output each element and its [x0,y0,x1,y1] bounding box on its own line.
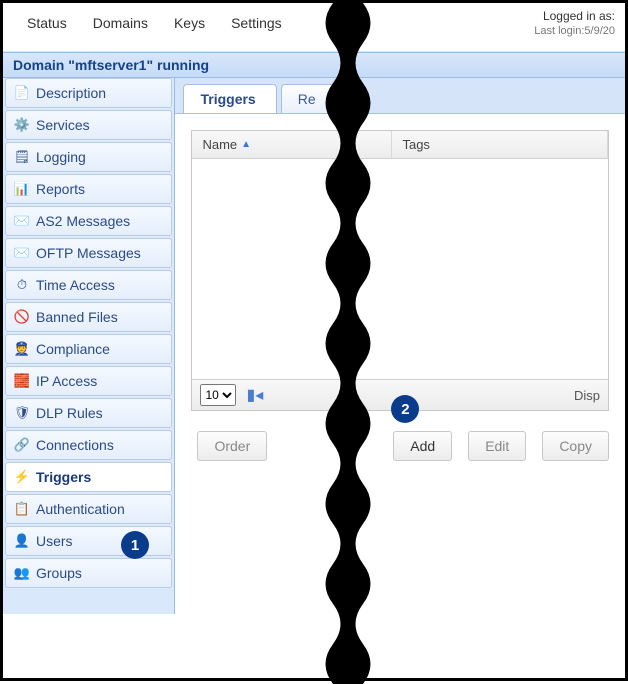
domain-title-bar: Domain "mftserver1" running [3,52,625,78]
sidebar-triggers-icon: ⚡ [14,469,30,485]
copy-button[interactable]: Copy [542,431,609,461]
sidebar-oftp-messages[interactable]: ✉️ OFTP Messages [5,238,172,268]
sidebar-compliance-label: Compliance [36,341,110,357]
tab-strip: Triggers Re [175,78,625,114]
sidebar-oftp-messages-icon: ✉️ [14,245,30,261]
sidebar-description-label: Description [36,85,106,101]
sidebar-triggers-label: Triggers [36,469,91,485]
sidebar-ip-access-label: IP Access [36,373,97,389]
col-tags[interactable]: Tags [392,131,608,158]
sidebar-banned-files[interactable]: 🚫 Banned Files [5,302,172,332]
sidebar-services[interactable]: ⚙️ Services [5,110,172,140]
sidebar-groups-label: Groups [36,565,82,581]
nav-status[interactable]: Status [27,15,67,31]
pager-first-icon[interactable]: ▮◂ [236,385,263,405]
pager-display: Disp [574,388,600,403]
sidebar-dlp-rules[interactable]: 🛡 DLP Rules [5,398,172,428]
sidebar-reports[interactable]: 📊 Reports [5,174,172,204]
sidebar-logging[interactable]: 🗒 Logging [5,142,172,172]
sort-asc-icon: ▲ [241,139,251,150]
sidebar-connections-icon: 🔗 [14,437,30,453]
sidebar-connections-label: Connections [36,437,114,453]
col-name[interactable]: Name ▲ [192,131,392,158]
sidebar: 📄 Description ⚙️ Services 🗒 Logging 📊 Reports ✉️… [3,78,175,614]
sidebar-users-label: Users [36,533,73,549]
edit-button[interactable]: Edit [468,431,526,461]
sidebar-logging-label: Logging [36,149,86,165]
sidebar-description-icon: 📄 [14,85,30,101]
sidebar-time-access[interactable]: ⏱ Time Access [5,270,172,300]
add-button[interactable]: Add [393,431,452,461]
sidebar-description[interactable]: 📄 Description [5,78,172,108]
top-nav: Status Domains Keys Settings [13,9,282,31]
sidebar-oftp-messages-label: OFTP Messages [36,245,141,261]
sidebar-groups[interactable]: 👥 Groups [5,558,172,588]
sidebar-logging-icon: 🗒 [14,149,30,165]
sidebar-reports-icon: 📊 [14,181,30,197]
sidebar-banned-files-label: Banned Files [36,309,118,325]
sidebar-services-label: Services [36,117,90,133]
sidebar-time-access-label: Time Access [36,277,115,293]
page-size-select[interactable]: 10 [200,384,236,406]
sidebar-dlp-rules-label: DLP Rules [36,405,103,421]
grid-pager: 10 ▮◂ Disp [192,379,608,410]
sidebar-groups-icon: 👥 [14,565,30,581]
main-panel: Triggers Re Name ▲ Tags 10 [175,78,625,614]
sidebar-users-icon: 👤 [14,533,30,549]
action-buttons: Order Add Edit Copy 2 [191,431,609,461]
last-login: Last login:5/9/20 [534,25,615,37]
sidebar-authentication-icon: 📋 [14,501,30,517]
sidebar-as2-messages-label: AS2 Messages [36,213,130,229]
sidebar-ip-access[interactable]: 🧱 IP Access [5,366,172,396]
sidebar-authentication-label: Authentication [36,501,125,517]
nav-settings[interactable]: Settings [231,15,282,31]
sidebar-compliance[interactable]: 👮 Compliance [5,334,172,364]
tab-other[interactable]: Re [281,84,337,113]
sidebar-ip-access-icon: 🧱 [14,373,30,389]
login-info: Logged in as: Last login:5/9/20 [534,9,615,37]
sidebar-as2-messages-icon: ✉️ [14,213,30,229]
order-button[interactable]: Order [197,431,267,461]
sidebar-authentication[interactable]: 📋 Authentication [5,494,172,524]
sidebar-banned-files-icon: 🚫 [14,309,30,325]
nav-domains[interactable]: Domains [93,15,148,31]
sidebar-reports-label: Reports [36,181,85,197]
tab-triggers[interactable]: Triggers [183,84,276,113]
grid-header: Name ▲ Tags [192,131,608,159]
nav-keys[interactable]: Keys [174,15,205,31]
sidebar-users[interactable]: 👤 Users [5,526,172,556]
sidebar-connections[interactable]: 🔗 Connections [5,430,172,460]
sidebar-dlp-rules-icon: 🛡 [14,405,30,421]
logged-in-as: Logged in as: [534,9,615,23]
grid-body [192,159,608,379]
sidebar-compliance-icon: 👮 [14,341,30,357]
sidebar-time-access-icon: ⏱ [14,277,30,293]
sidebar-triggers[interactable]: ⚡ Triggers [5,462,172,492]
sidebar-services-icon: ⚙️ [14,117,30,133]
sidebar-as2-messages[interactable]: ✉️ AS2 Messages [5,206,172,236]
triggers-grid: Name ▲ Tags 10 ▮◂ Disp [191,130,609,411]
